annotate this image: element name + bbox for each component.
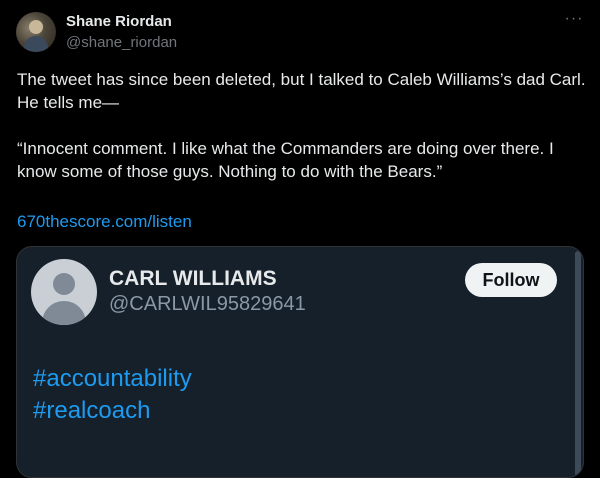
embedded-avatar[interactable] (31, 259, 97, 325)
hashtag-link[interactable]: #accountability (33, 363, 192, 395)
embedded-author-handle[interactable]: @CARLWIL95829641 (109, 293, 306, 316)
tweet-text: The tweet has since been deleted, but I … (17, 68, 587, 183)
hashtag-list: #accountability #realcoach (33, 363, 192, 427)
tweet-paragraph: The tweet has since been deleted, but I … (17, 70, 586, 112)
more-horizontal-icon: ··· (564, 10, 584, 27)
more-options-button[interactable]: ··· (560, 10, 588, 34)
author-avatar[interactable] (16, 12, 56, 52)
hashtag-link[interactable]: #realcoach (33, 395, 192, 427)
tweet-link[interactable]: 670thescore.com/listen (17, 212, 192, 232)
tweet-paragraph: “Innocent comment. I like what the Comma… (17, 139, 554, 181)
embedded-tweet-card[interactable]: CARL WILLIAMS @CARLWIL95829641 Follow #a… (16, 246, 584, 478)
embedded-author-name[interactable]: CARL WILLIAMS (109, 267, 277, 291)
follow-button[interactable]: Follow (465, 263, 557, 297)
author-handle[interactable]: @shane_riordan (66, 34, 177, 51)
author-name[interactable]: Shane Riordan (66, 13, 172, 30)
embed-scrollbar[interactable] (575, 251, 581, 477)
